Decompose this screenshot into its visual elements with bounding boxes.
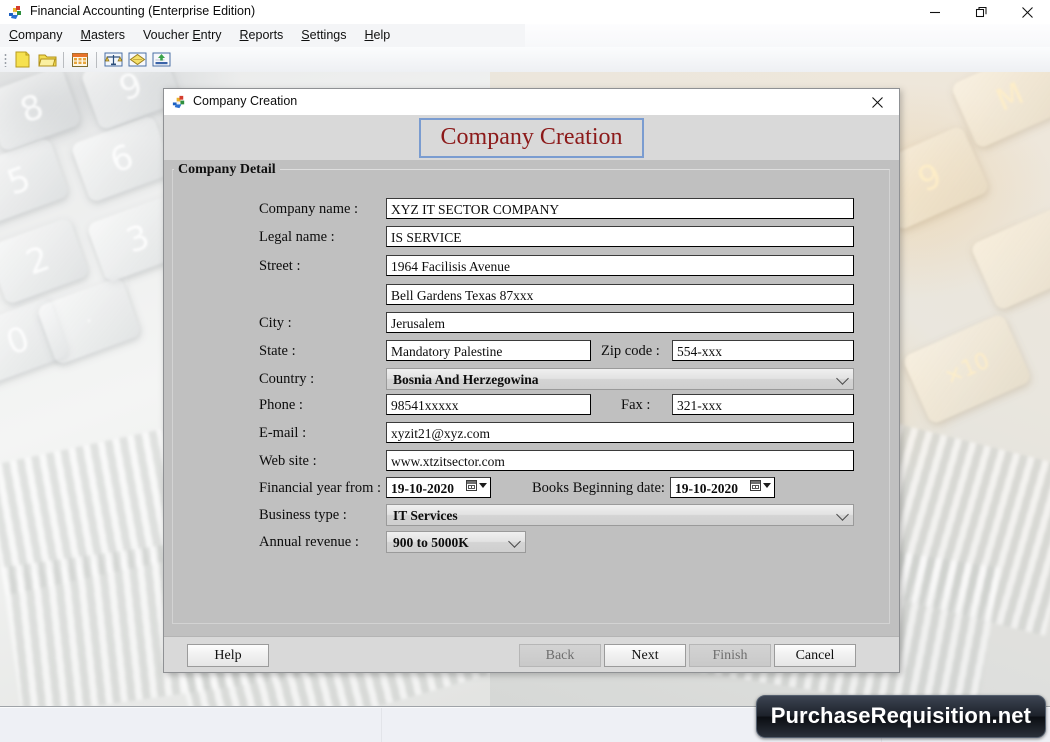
dialog-body: Company Detail Company name : XYZ IT SEC… [164,160,899,638]
balance-scale-icon[interactable] [103,51,123,69]
chevron-down-icon [508,535,521,548]
close-icon[interactable] [855,89,899,115]
next-button[interactable]: Next [604,644,686,667]
legal-name-input[interactable]: IS SERVICE [386,226,854,247]
books-beginning-date-value: 19-10-2020 [675,480,738,496]
fax-input[interactable]: 321-xxx [672,394,854,415]
label-phone: Phone : [259,397,303,413]
company-creation-dialog: Company Creation Company Creation Compan… [163,88,900,673]
label-city: City : [259,315,292,331]
calc-key-blank [969,204,1050,312]
company-name-input[interactable]: XYZ IT SECTOR COMPANY [386,198,854,219]
business-type-select[interactable]: IT Services [386,504,854,526]
label-books-beginning-date: Books Beginning date: [532,480,665,496]
toolbar-separator [96,51,97,68]
country-select-value: Bosnia And Herzegowina [393,372,539,387]
close-icon[interactable] [1004,0,1050,24]
calc-key-x10: ×10 [901,312,1033,426]
country-select[interactable]: Bosnia And Herzegowina [386,368,854,390]
website-input[interactable]: www.xtzitsector.com [386,450,854,471]
city-input[interactable]: Jerusalem [386,312,854,333]
financial-year-from-value: 19-10-2020 [391,480,454,496]
window-titlebar: Financial Accounting (Enterprise Edition… [0,0,1050,24]
annual-revenue-select[interactable]: 900 to 5000K [386,531,526,553]
calendar-icon [750,480,761,491]
chevron-down-icon [836,372,849,385]
label-website: Web site : [259,453,317,469]
chevron-down-icon [836,508,849,521]
menu-item-settings[interactable]: Settings [292,24,355,47]
app-puzzle-icon [7,4,24,21]
label-business-type: Business type : [259,507,347,523]
street-line2-input[interactable]: Bell Gardens Texas 87xxx [386,284,854,305]
calc-key-dot: · [36,276,142,366]
menu-item-company[interactable]: Company [0,24,72,47]
menu-item-help[interactable]: Help [355,24,399,47]
label-legal-name: Legal name : [259,229,335,245]
group-label: Company Detail [174,162,280,178]
chevron-down-icon [479,483,487,488]
business-type-select-value: IT Services [393,508,458,523]
dialog-title: Company Creation [193,94,298,108]
page-title: Company Creation [418,117,645,158]
menu-item-voucher-entry[interactable]: Voucher Entry [134,24,231,47]
help-button[interactable]: Help [187,644,269,667]
state-input[interactable]: Mandatory Palestine [386,340,591,361]
status-cell-1 [0,708,382,742]
label-zip-code: Zip code : [601,343,660,359]
back-button[interactable]: Back [519,644,601,667]
toolbar-separator [63,51,64,68]
ledger-diamond-icon[interactable] [127,51,147,69]
label-street: Street : [259,258,301,274]
books-beginning-date-datepicker[interactable]: 19-10-2020 [670,477,775,498]
label-company-name: Company name : [259,201,359,217]
report-export-icon[interactable] [151,51,171,69]
menu-item-reports[interactable]: Reports [231,24,293,47]
calendar-grid-icon[interactable] [70,51,90,69]
calc-key-5: 5 [0,137,71,225]
label-state: State : [259,343,296,359]
dialog-footer: Help Back Next Finish Cancel [164,636,899,672]
app-puzzle-icon [171,94,187,110]
menu-bar: Company Masters Voucher Entry Reports Se… [0,24,1050,47]
open-folder-icon[interactable] [37,51,57,69]
finish-button[interactable]: Finish [689,644,771,667]
financial-year-from-datepicker[interactable]: 19-10-2020 [386,477,491,498]
street-line1-input[interactable]: 1964 Facilisis Avenue [386,255,854,276]
zip-code-input[interactable]: 554-xxx [672,340,854,361]
minimize-icon[interactable] [912,0,958,24]
label-email: E-mail : [259,425,307,441]
new-company-icon[interactable] [13,51,33,69]
watermark-badge: PurchaseRequisition.net [755,695,1046,738]
label-fax: Fax : [621,397,651,413]
calendar-icon [466,480,477,491]
label-annual-revenue: Annual revenue : [259,534,359,550]
dialog-titlebar: Company Creation [164,89,899,115]
label-financial-year-from: Financial year from : [259,480,381,496]
annual-revenue-select-value: 900 to 5000K [393,535,469,550]
application-window: 8 9 5 6 2 3 0 · M 9 ×10 Financial Accoun… [0,0,1050,742]
phone-input[interactable]: 98541xxxxx [386,394,591,415]
email-input[interactable]: xyzit21@xyz.com [386,422,854,443]
label-country: Country : [259,371,315,387]
menu-item-masters[interactable]: Masters [72,24,134,47]
chevron-down-icon [763,483,771,488]
window-title: Financial Accounting (Enterprise Edition… [30,4,256,18]
calc-key-6: 6 [70,114,174,204]
toolbar-grip[interactable] [4,52,7,67]
restore-icon[interactable] [958,0,1004,24]
dialog-header-band: Company Creation [164,115,899,160]
toolbar [0,47,1050,72]
cancel-button[interactable]: Cancel [774,644,856,667]
